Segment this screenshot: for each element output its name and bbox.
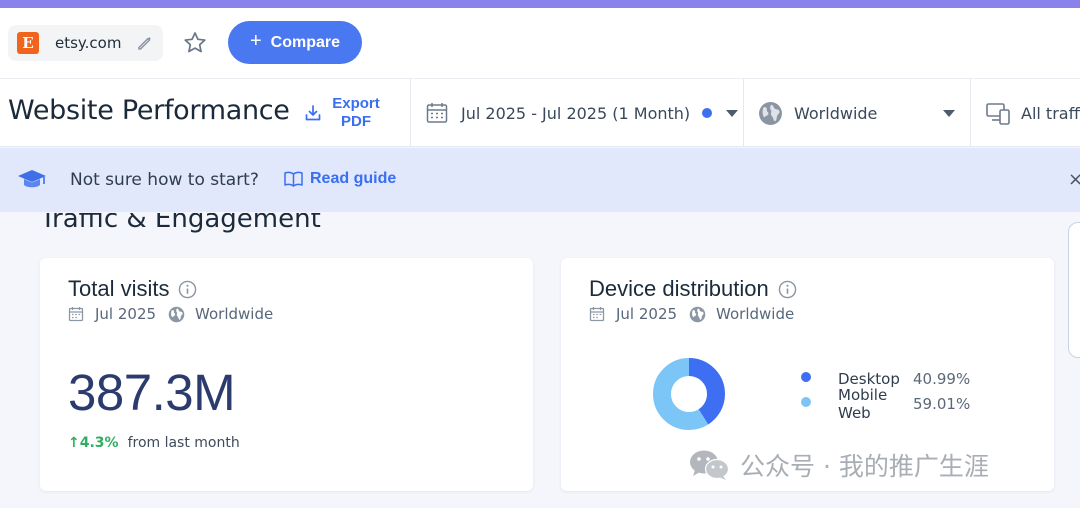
- divider: [743, 79, 744, 147]
- legend-percent: 59.01%: [913, 394, 971, 413]
- card-period: Jul 2025: [95, 305, 157, 323]
- read-guide-label: Read guide: [310, 170, 397, 187]
- total-visits-title: Total visits: [68, 276, 170, 301]
- total-visits-value: 387.3M: [68, 364, 236, 421]
- legend-dot: [801, 396, 811, 407]
- book-icon: [284, 171, 303, 187]
- visits-change: ↑4.3% from last month: [68, 435, 240, 451]
- page-title: Website Performance: [8, 95, 290, 126]
- compare-button[interactable]: + Compare: [228, 21, 362, 64]
- toolbar: Website Performance Export PDF Jul 2025 …: [0, 78, 1080, 147]
- traffic-label: All traffic: [1021, 103, 1080, 123]
- plus-icon: +: [249, 30, 262, 52]
- date-range-dropdown[interactable]: Jul 2025 - Jul 2025 (1 Month): [425, 99, 739, 127]
- globe-icon: [689, 306, 706, 322]
- calendar-icon: [426, 103, 448, 123]
- device-distribution-title: Device distribution: [589, 276, 769, 301]
- graduation-cap-icon: [18, 170, 46, 188]
- site-header: E etsy.com + Compare: [0, 8, 1080, 78]
- traffic-dropdown[interactable]: All traffic: [985, 99, 1080, 127]
- divider: [410, 79, 411, 147]
- guide-banner: Not sure how to start? Read guide ×: [0, 148, 1080, 212]
- region-label: Worldwide: [794, 103, 878, 123]
- date-indicator-dot: [702, 108, 713, 118]
- device-legend: Desktop 40.99% Mobile Web 59.01%: [801, 366, 971, 422]
- globe-icon: [759, 101, 782, 125]
- download-icon: [305, 105, 321, 121]
- compare-label: Compare: [270, 33, 341, 51]
- guide-question: Not sure how to start?: [70, 170, 259, 190]
- pencil-icon[interactable]: [136, 34, 154, 52]
- export-pdf-button[interactable]: Export PDF: [304, 95, 386, 133]
- date-range-label: Jul 2025 - Jul 2025 (1 Month): [461, 103, 691, 123]
- card-title: Device distribution: [589, 276, 797, 302]
- chevron-down-icon: [943, 110, 955, 117]
- site-domain: etsy.com: [55, 34, 122, 52]
- watermark: 公众号 · 我的推广生涯: [688, 447, 989, 483]
- card-region: Worldwide: [195, 305, 274, 323]
- calendar-icon: [68, 307, 84, 322]
- star-icon[interactable]: [182, 30, 208, 56]
- legend-percent: 40.99%: [913, 369, 971, 388]
- device-donut-chart: [653, 358, 725, 430]
- top-accent-stripe: [0, 0, 1080, 8]
- card-meta: Jul 2025 Worldwide: [68, 305, 273, 323]
- site-chip[interactable]: E etsy.com: [8, 25, 163, 61]
- change-percent: ↑4.3%: [68, 435, 119, 451]
- info-icon[interactable]: [178, 280, 197, 299]
- region-dropdown[interactable]: Worldwide: [758, 99, 958, 127]
- wechat-icon: [690, 450, 730, 480]
- legend-item: Mobile Web 59.01%: [801, 386, 971, 422]
- card-title: Total visits: [68, 276, 197, 302]
- divider: [970, 79, 971, 147]
- side-panel-edge: [1068, 222, 1080, 358]
- export-label: Export PDF: [332, 95, 380, 130]
- globe-icon: [168, 306, 185, 322]
- legend-label: Mobile Web: [838, 385, 888, 422]
- etsy-logo-icon: E: [17, 32, 39, 54]
- card-meta: Jul 2025 Worldwide: [589, 305, 794, 323]
- card-period: Jul 2025: [616, 305, 678, 323]
- change-suffix: from last month: [127, 435, 240, 451]
- legend-dot: [801, 371, 811, 382]
- card-region: Worldwide: [716, 305, 795, 323]
- info-icon[interactable]: [778, 280, 797, 299]
- read-guide-link[interactable]: Read guide: [284, 170, 396, 188]
- devices-icon: [986, 103, 1010, 125]
- watermark-text: 公众号 · 我的推广生涯: [740, 452, 989, 481]
- total-visits-card: Total visits Jul 2025 Worldwide 387.3M ↑…: [40, 258, 533, 491]
- calendar-icon: [589, 307, 605, 322]
- chevron-down-icon: [726, 109, 739, 117]
- close-icon[interactable]: ×: [1068, 169, 1080, 190]
